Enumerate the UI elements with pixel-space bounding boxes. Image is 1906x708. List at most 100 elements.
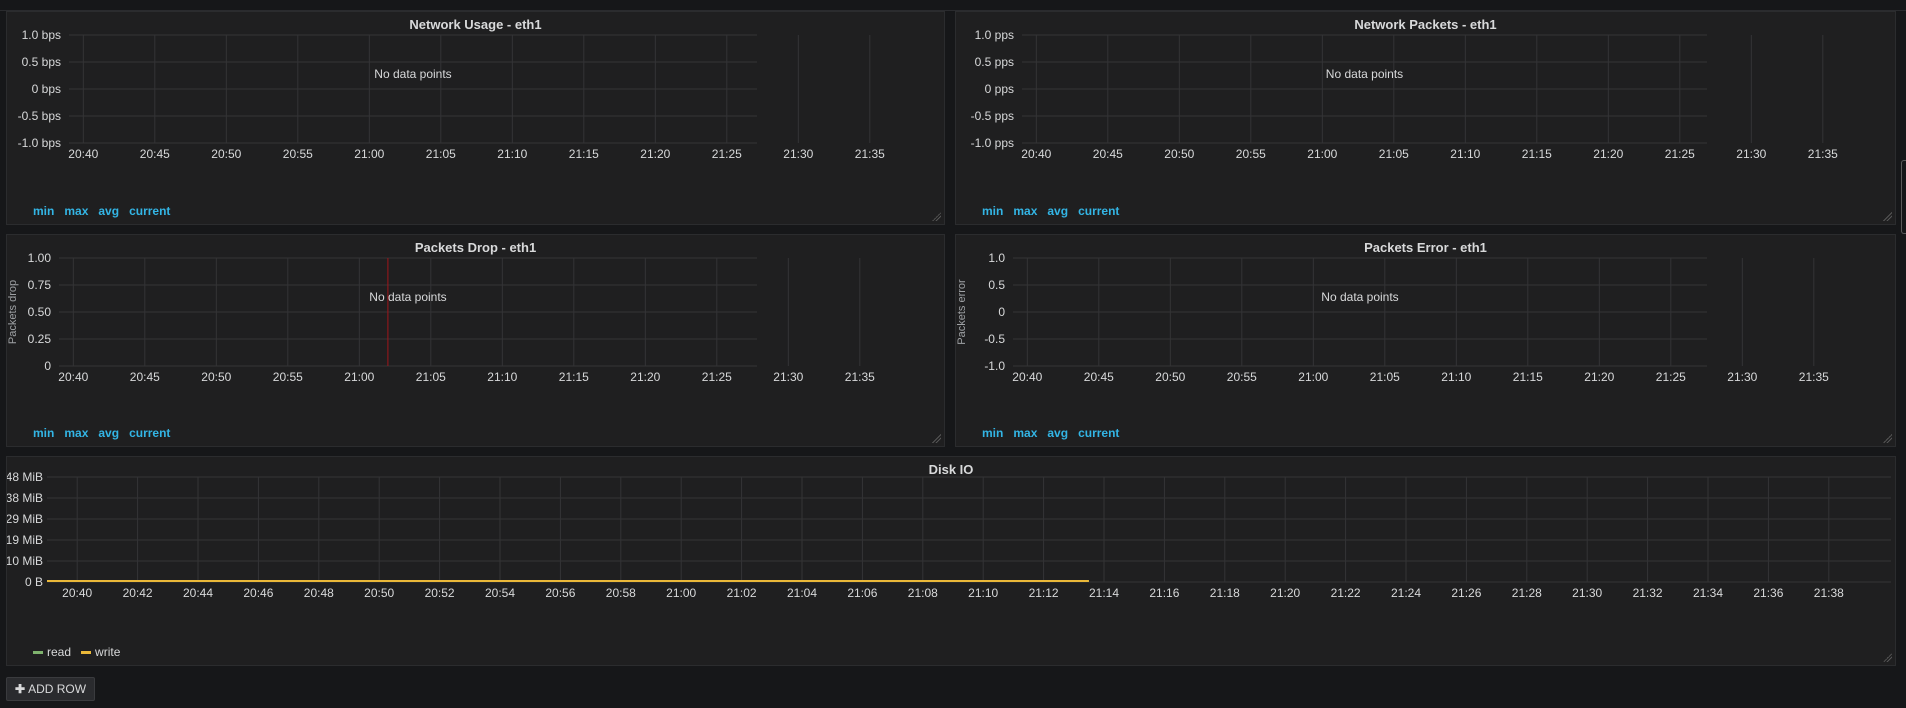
legend-current[interactable]: current bbox=[129, 426, 170, 440]
x-tick-label: 21:30 bbox=[783, 147, 813, 161]
write-swatch bbox=[81, 651, 92, 655]
x-tick-label: 21:04 bbox=[787, 586, 817, 600]
graph-packets-error[interactable]: 1.0 0.5 0 -0.5 -1.0 20:40 20:45 20:50 20:55 21:00… bbox=[956, 235, 1897, 448]
x-tick-label: 20:55 bbox=[1227, 370, 1257, 384]
x-tick-label: 21:30 bbox=[1572, 586, 1602, 600]
x-tick-label: 21:15 bbox=[569, 147, 599, 161]
x-tick-label: 20:48 bbox=[304, 586, 334, 600]
x-tick-label: 20:55 bbox=[273, 370, 303, 384]
x-tick-label: 21:05 bbox=[1370, 370, 1400, 384]
legend-min[interactable]: min bbox=[33, 204, 54, 218]
no-data-message: No data points bbox=[374, 67, 451, 81]
x-tick-label: 21:16 bbox=[1149, 586, 1179, 600]
panel-packets-drop[interactable]: Packets Drop - eth1 1.00 0.75 0.50 0.25 0 20:… bbox=[6, 234, 945, 447]
x-tick-label: 21:22 bbox=[1331, 586, 1361, 600]
legend-max[interactable]: max bbox=[1013, 426, 1037, 440]
x-tick-label: 21:10 bbox=[968, 586, 998, 600]
panel-network-packets[interactable]: Network Packets - eth1 1.0 pps 0.5 pps 0 p… bbox=[955, 11, 1896, 225]
legend-avg[interactable]: avg bbox=[1047, 426, 1068, 440]
legend-max[interactable]: max bbox=[1013, 204, 1037, 218]
x-tick-label: 21:00 bbox=[666, 586, 696, 600]
x-tick-label: 20:40 bbox=[58, 370, 88, 384]
legend-item-read[interactable]: read bbox=[33, 645, 71, 659]
y-tick-label: 0 pps bbox=[985, 82, 1014, 96]
no-data-message: No data points bbox=[1321, 290, 1398, 304]
side-tab-handle[interactable] bbox=[1901, 160, 1906, 234]
x-tick-label: 21:28 bbox=[1512, 586, 1542, 600]
legend-item-write[interactable]: write bbox=[81, 645, 120, 659]
x-tick-label: 20:44 bbox=[183, 586, 213, 600]
legend: read write bbox=[33, 645, 130, 659]
x-tick-label: 21:05 bbox=[1379, 147, 1409, 161]
panel-packets-error[interactable]: Packets Error - eth1 1.0 0.5 0 -0.5 -1.0 20:4… bbox=[955, 234, 1896, 447]
graph-network-usage[interactable]: 1.0 bps 0.5 bps 0 bps -0.5 bps -1.0 bps 20:40… bbox=[7, 12, 946, 226]
y-tick-label: 0.5 pps bbox=[975, 55, 1014, 69]
x-tick-label: 20:40 bbox=[62, 586, 92, 600]
legend-avg[interactable]: avg bbox=[98, 204, 119, 218]
y-tick-label: 19 MiB bbox=[7, 533, 43, 547]
y-tick-label: -0.5 bps bbox=[18, 109, 61, 123]
y-tick-label: 0.5 bbox=[988, 278, 1005, 292]
x-tick-label: 21:38 bbox=[1814, 586, 1844, 600]
y-tick-label: 0.25 bbox=[28, 332, 52, 346]
add-row-button[interactable]: ✚ ADD ROW bbox=[6, 677, 96, 701]
y-tick-label: 0 bbox=[998, 305, 1005, 319]
legend-current[interactable]: current bbox=[1078, 204, 1119, 218]
x-tick-label: 21:05 bbox=[426, 147, 456, 161]
legend: min max avg current bbox=[33, 426, 180, 440]
legend-max[interactable]: max bbox=[64, 426, 88, 440]
x-tick-label: 21:10 bbox=[1441, 370, 1471, 384]
x-tick-label: 20:50 bbox=[364, 586, 394, 600]
legend-min[interactable]: min bbox=[982, 426, 1003, 440]
legend-min[interactable]: min bbox=[33, 426, 54, 440]
x-tick-label: 21:24 bbox=[1391, 586, 1421, 600]
x-tick-label: 21:25 bbox=[712, 147, 742, 161]
x-tick-label: 21:15 bbox=[559, 370, 589, 384]
resize-handle-icon[interactable] bbox=[931, 211, 941, 221]
graph-disk-io[interactable]: 48 MiB 38 MiB 29 MiB 19 MiB 10 MiB 0 B 20:40 20… bbox=[7, 457, 1897, 667]
legend-min[interactable]: min bbox=[982, 204, 1003, 218]
panel-disk-io[interactable]: Disk IO 48 MiB 38 MiB 29 MiB 19 MiB 10 MiB 0 … bbox=[6, 456, 1896, 666]
x-tick-label: 21:02 bbox=[727, 586, 757, 600]
legend-current[interactable]: current bbox=[1078, 426, 1119, 440]
x-tick-label: 20:46 bbox=[243, 586, 273, 600]
y-tick-label: 0.75 bbox=[28, 278, 52, 292]
graph-packets-drop[interactable]: 1.00 0.75 0.50 0.25 0 20:40 20:45 20:50 20:55 21:… bbox=[7, 235, 946, 448]
x-tick-label: 21:35 bbox=[1799, 370, 1829, 384]
graph-network-packets[interactable]: 1.0 pps 0.5 pps 0 pps -0.5 pps -1.0 pps 20:40… bbox=[956, 12, 1897, 226]
x-tick-label: 21:30 bbox=[773, 370, 803, 384]
x-tick-label: 20:54 bbox=[485, 586, 515, 600]
legend-label: read bbox=[47, 645, 72, 659]
resize-handle-icon[interactable] bbox=[931, 433, 941, 443]
x-tick-label: 21:18 bbox=[1210, 586, 1240, 600]
legend-max[interactable]: max bbox=[64, 204, 88, 218]
plus-icon: ✚ bbox=[15, 682, 26, 696]
no-data-message: No data points bbox=[369, 290, 446, 304]
no-data-message: No data points bbox=[1326, 67, 1403, 81]
panel-network-usage[interactable]: Network Usage - eth1 1.0 bps 0.5 bps 0 bps… bbox=[6, 11, 945, 225]
x-tick-label: 20:55 bbox=[283, 147, 313, 161]
x-tick-label: 21:00 bbox=[344, 370, 374, 384]
x-tick-label: 20:55 bbox=[1236, 147, 1266, 161]
x-tick-label: 21:20 bbox=[630, 370, 660, 384]
y-axis-label: Packets drop bbox=[7, 280, 19, 344]
x-tick-label: 20:45 bbox=[1084, 370, 1114, 384]
x-tick-label: 21:25 bbox=[702, 370, 732, 384]
resize-handle-icon[interactable] bbox=[1882, 433, 1892, 443]
y-tick-label: 38 MiB bbox=[7, 491, 43, 505]
y-tick-label: 1.0 bps bbox=[22, 28, 61, 42]
y-tick-label: 48 MiB bbox=[7, 470, 43, 484]
legend-avg[interactable]: avg bbox=[1047, 204, 1068, 218]
x-tick-label: 20:50 bbox=[1164, 147, 1194, 161]
legend-current[interactable]: current bbox=[129, 204, 170, 218]
legend-avg[interactable]: avg bbox=[98, 426, 119, 440]
x-tick-label: 21:10 bbox=[487, 370, 517, 384]
x-tick-label: 21:15 bbox=[1522, 147, 1552, 161]
resize-handle-icon[interactable] bbox=[1882, 211, 1892, 221]
x-tick-label: 21:20 bbox=[1584, 370, 1614, 384]
x-tick-label: 21:08 bbox=[908, 586, 938, 600]
resize-handle-icon[interactable] bbox=[1882, 652, 1892, 662]
x-tick-label: 21:06 bbox=[847, 586, 877, 600]
x-tick-label: 21:25 bbox=[1665, 147, 1695, 161]
legend: min max avg current bbox=[33, 204, 180, 218]
